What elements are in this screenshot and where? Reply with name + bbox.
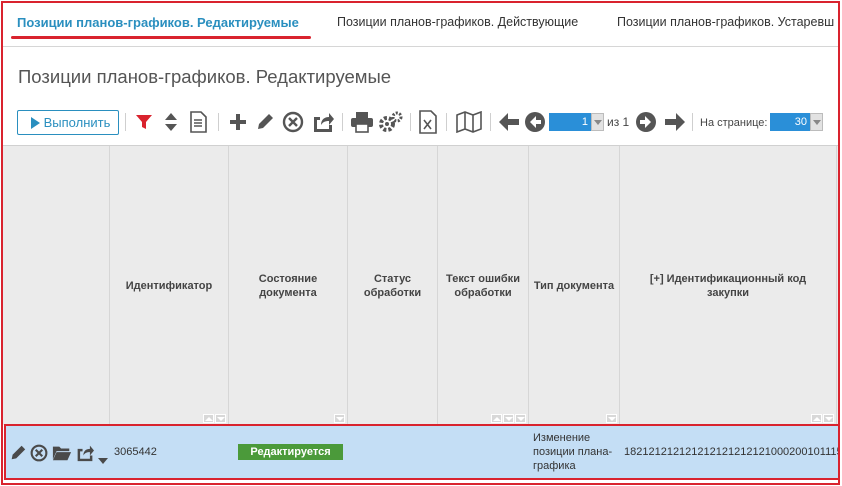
toolbar-divider [342,113,343,131]
page-title: Позиции планов-графиков. Редактируемые [18,66,392,87]
page-number-input[interactable]: 1 [549,113,591,131]
next-page-icon[interactable] [634,109,658,135]
export-icon[interactable] [75,444,97,462]
sort-desc-icon[interactable] [823,414,834,423]
prev-page-icon[interactable] [523,109,547,135]
cell-error-text [440,426,531,478]
sort-desc-icon[interactable] [334,414,345,423]
tab-bar: Позиции планов-графиков. Редактируемые П… [3,3,838,47]
tab-editable[interactable]: Позиции планов-графиков. Редактируемые [17,15,299,30]
column-title: Состояние документа [258,272,318,299]
cell-document-type: Изменение позиции плана-графика [533,432,613,472]
column-header-identifier[interactable]: Идентификатор [110,146,229,425]
toolbar-divider [692,113,693,131]
per-page-dropdown[interactable] [810,113,823,131]
sort-desc-icon[interactable] [215,414,226,423]
page-number-dropdown[interactable] [591,113,604,131]
export-icon[interactable] [310,109,336,135]
column-title: Текст ошибки обработки [446,272,520,299]
sort-desc-icon[interactable] [503,414,514,423]
folder-open-icon[interactable] [52,444,72,462]
print-icon[interactable] [349,109,375,135]
column-title: [+] Идентификационный код закупки [649,272,807,299]
column-title: Тип документа [533,279,615,292]
column-header-document-state[interactable]: Состояние документа [229,146,348,425]
filter-icon[interactable] [133,109,155,135]
toolbar: Выполнить 1 из 1 На странице: 30 [3,105,838,139]
add-icon[interactable] [227,109,249,135]
delete-icon[interactable] [30,444,48,462]
toolbar-divider [446,113,447,131]
sort-icon[interactable] [160,109,182,135]
sort-asc-icon[interactable] [491,414,502,423]
cell-document-state: Редактируется [231,426,350,478]
sort-desc-icon[interactable] [515,414,526,423]
play-icon [30,116,40,129]
cell-processing-status [350,426,440,478]
status-badge: Редактируется [238,444,343,460]
document-icon[interactable] [187,109,209,135]
column-title: Идентификатор [125,279,213,292]
toolbar-divider [410,113,411,131]
run-button-label: Выполнить [43,115,111,130]
grid-header: Идентификатор Состояние документа Статус… [3,145,838,425]
excel-icon[interactable] [416,109,440,135]
cell-identifier: 3065442 [114,446,157,458]
tab-obsolete[interactable]: Позиции планов-графиков. Устаревш [617,15,834,29]
sort-asc-icon[interactable] [811,414,822,423]
sort-desc-icon[interactable] [606,414,617,423]
per-page-input[interactable]: 30 [770,113,810,131]
tab-active[interactable]: Позиции планов-графиков. Действующие [337,15,578,29]
per-page-label: На странице: [700,117,768,129]
toolbar-divider [218,113,219,131]
toolbar-divider [490,113,491,131]
sort-asc-icon[interactable] [203,414,214,423]
run-button[interactable]: Выполнить [17,110,119,135]
first-page-icon[interactable] [497,109,521,135]
page-count: из 1 [607,115,630,129]
cell-purchase-code: 182121212121212121212121000200101115550 [624,446,840,458]
last-page-icon[interactable] [663,109,687,135]
column-header-actions [3,146,110,425]
map-icon[interactable] [454,109,484,135]
edit-icon[interactable] [9,444,27,462]
column-header-document-type[interactable]: Тип документа [529,146,620,425]
column-header-error-text[interactable]: Текст ошибки обработки [438,146,529,425]
delete-icon[interactable] [281,109,305,135]
edit-icon[interactable] [254,109,276,135]
column-header-purchase-code[interactable]: [+] Идентификационный код закупки [620,146,837,425]
column-header-processing-status[interactable]: Статус обработки [348,146,438,425]
column-title: Статус обработки [363,272,422,299]
app-frame: Позиции планов-графиков. Редактируемые П… [1,1,840,485]
active-tab-indicator [11,36,311,39]
chevron-down-icon[interactable] [98,452,108,464]
settings-icon[interactable] [377,109,405,135]
toolbar-divider [125,113,126,131]
table-row[interactable]: 3065442 Редактируется Изменение позиции … [4,424,840,480]
grid-footer [3,480,838,483]
